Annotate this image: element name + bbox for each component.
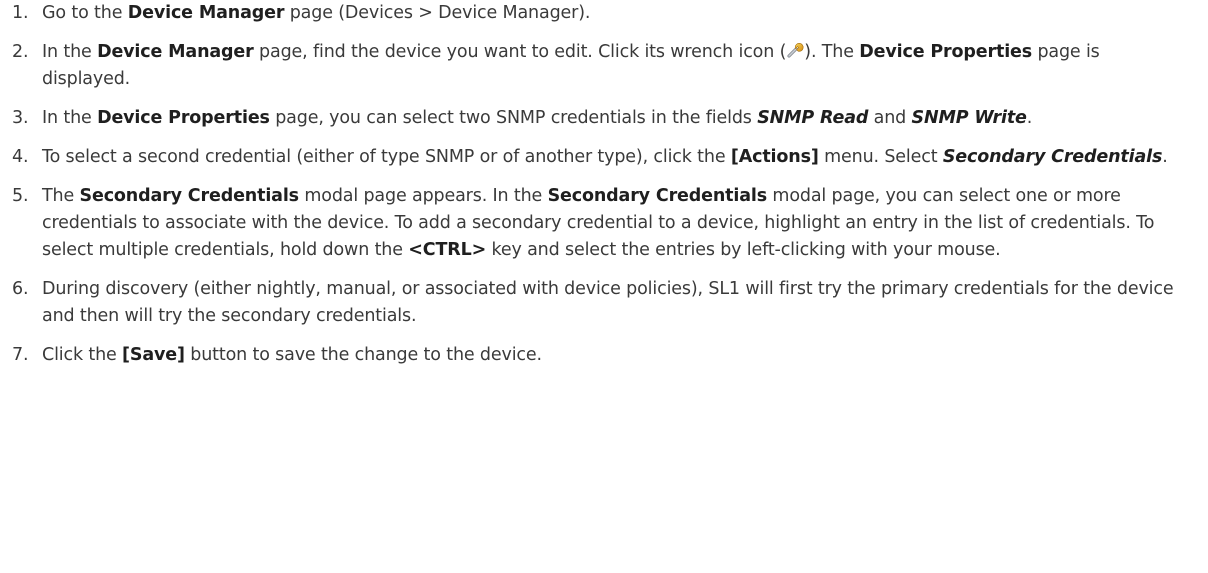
step-text-segment: . — [1026, 108, 1033, 128]
step-text-segment: page (Devices > Device Manager). — [284, 3, 591, 23]
step-item: 2. In the Device Manager page, find the … — [0, 39, 1208, 93]
step-number: 1. — [12, 3, 29, 23]
step-text-segment: Go to the — [42, 3, 128, 23]
step-text-segment: menu. Select — [818, 147, 943, 167]
step-number: 5. — [12, 186, 29, 206]
ui-term-save-button: [Save] — [122, 345, 185, 365]
step-text-segment: and — [868, 108, 912, 128]
step-item: 5. The Secondary Credentials modal page … — [0, 183, 1208, 264]
step-number: 6. — [12, 279, 29, 299]
ui-term-actions-menu: [Actions] — [730, 147, 819, 167]
step-item: 3. In the Device Properties page, you ca… — [0, 105, 1208, 132]
step-text: The Secondary Credentials modal page app… — [42, 186, 1154, 260]
step-text: In the Device Properties page, you can s… — [42, 108, 1032, 128]
step-text-segment: During discovery (either nightly, manual… — [42, 279, 1174, 326]
ui-term-device-manager: Device Manager — [97, 42, 254, 62]
ui-term-secondary-credentials: Secondary Credentials — [547, 186, 768, 206]
step-text-segment: ). The — [804, 42, 860, 62]
step-text: To select a second credential (either of… — [42, 147, 1168, 167]
step-text-segment: In the — [42, 42, 98, 62]
ui-term-device-properties: Device Properties — [97, 108, 270, 128]
step-item: 4. To select a second credential (either… — [0, 144, 1208, 171]
step-text-segment: To select a second credential (either of… — [42, 147, 731, 167]
step-text-segment: . — [1162, 147, 1168, 167]
ui-term-device-properties: Device Properties — [859, 42, 1033, 62]
step-text: Click the [Save] button to save the chan… — [42, 345, 542, 365]
wrench-icon — [786, 41, 804, 59]
step-text-segment: In the — [42, 108, 98, 128]
instruction-steps-list: 1. Go to the Device Manager page (Device… — [0, 0, 1208, 369]
step-text-segment: page, find the device you want to edit. … — [253, 42, 787, 62]
step-text: Go to the Device Manager page (Devices >… — [42, 3, 590, 23]
ui-term-device-manager: Device Manager — [127, 3, 285, 23]
field-name-snmp-read: SNMP Read — [757, 108, 869, 128]
key-ctrl: <CTRL> — [408, 240, 487, 260]
step-text-segment: page, you can select two SNMP credential… — [269, 108, 758, 128]
ui-term-secondary-credentials: Secondary Credentials — [79, 186, 300, 206]
step-text-segment: key and select the entries by left-click… — [486, 240, 1001, 260]
step-text: During discovery (either nightly, manual… — [42, 279, 1174, 326]
step-text-segment: The — [42, 186, 80, 206]
step-number: 7. — [12, 345, 29, 365]
step-text: In the Device Manager page, find the dev… — [42, 42, 1100, 89]
step-text-segment: Click the — [42, 345, 123, 365]
step-number: 3. — [12, 108, 29, 128]
step-number: 2. — [12, 42, 29, 62]
step-item: 1. Go to the Device Manager page (Device… — [0, 0, 1208, 27]
step-item: 7. Click the [Save] button to save the c… — [0, 342, 1208, 369]
step-item: 6. During discovery (either nightly, man… — [0, 276, 1208, 330]
step-text-segment: button to save the change to the device. — [184, 345, 542, 365]
field-name-snmp-write: SNMP Write — [911, 108, 1027, 128]
step-text-segment: modal page appears. In the — [298, 186, 548, 206]
step-number: 4. — [12, 147, 29, 167]
menu-option-secondary-credentials: Secondary Credentials — [942, 147, 1163, 167]
